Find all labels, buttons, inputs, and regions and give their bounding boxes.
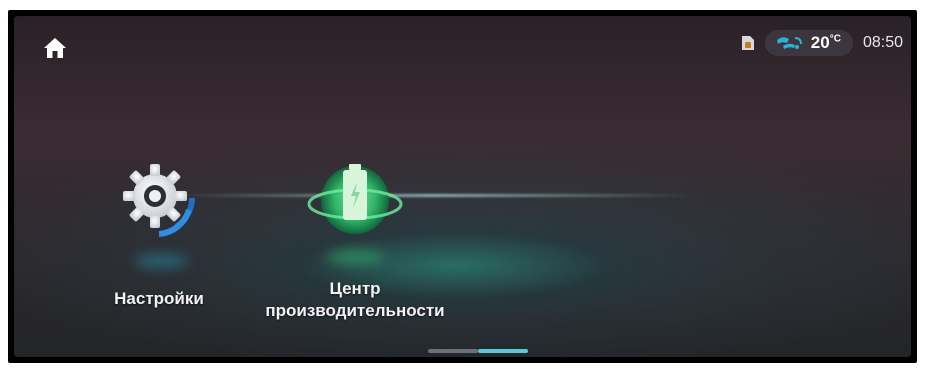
page-indicator-active[interactable]: [478, 349, 528, 353]
clock: 08:50: [862, 34, 903, 51]
status-bar: 20°C 08:50: [741, 30, 903, 56]
app-settings[interactable]: Настройки: [100, 158, 218, 310]
page-indicator[interactable]: [428, 349, 528, 353]
app-performance-center[interactable]: Центр производительности: [250, 154, 460, 322]
temperature-readout: 20°C: [810, 33, 841, 52]
climate-fan-icon: [776, 37, 802, 49]
settings-label: Настройки: [114, 289, 204, 308]
sim-card-icon: [741, 36, 754, 50]
home-button[interactable]: [42, 36, 68, 60]
settings-reflection: [134, 254, 188, 268]
performance-reflection: [326, 250, 384, 264]
climate-button[interactable]: 20°C: [764, 30, 853, 56]
device-frame: 20°C 08:50 Настройки Центр производитель…: [0, 0, 926, 369]
battery-globe-icon: [307, 164, 403, 234]
gear-icon: [123, 164, 195, 237]
home-screen: 20°C 08:50 Настройки Центр производитель…: [14, 16, 911, 357]
performance-label: Центр производительности: [265, 279, 445, 320]
head-unit-screen: 20°C 08:50 Настройки Центр производитель…: [8, 10, 917, 363]
home-icon: [44, 38, 66, 58]
page-indicator-inactive[interactable]: [428, 349, 478, 353]
